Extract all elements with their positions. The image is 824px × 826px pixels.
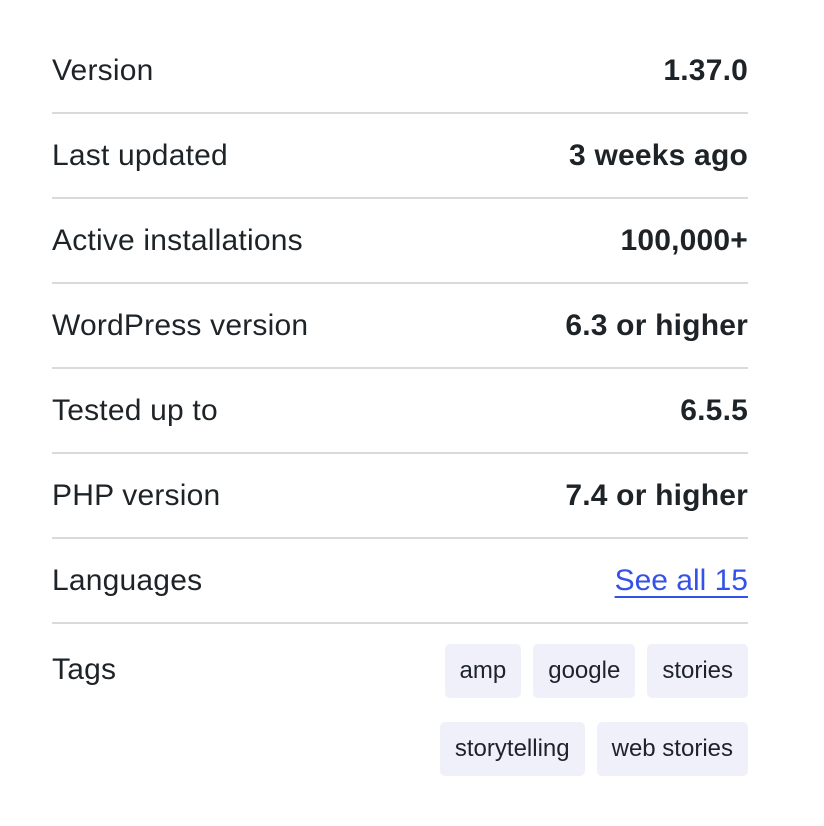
tag-pill[interactable]: google [533,644,635,698]
meta-row-wordpress-version: WordPress version 6.3 or higher [52,284,748,369]
active-installations-value: 100,000+ [620,224,748,258]
active-installations-label: Active installations [52,224,303,258]
meta-row-last-updated: Last updated 3 weeks ago [52,114,748,199]
meta-row-version: Version 1.37.0 [52,29,748,114]
version-value: 1.37.0 [663,54,748,88]
wordpress-version-label: WordPress version [52,309,308,343]
last-updated-value: 3 weeks ago [569,139,748,173]
meta-row-tags: Tags ampgooglestoriesstorytellingweb sto… [52,624,748,709]
tested-up-to-label: Tested up to [52,394,218,428]
last-updated-label: Last updated [52,139,228,173]
meta-row-languages: Languages See all 15 [52,539,748,624]
tag-pill[interactable]: stories [647,644,748,698]
see-all-languages-link[interactable]: See all 15 [615,564,748,598]
meta-row-active-installations: Active installations 100,000+ [52,199,748,284]
tested-up-to-value: 6.5.5 [680,394,748,428]
wordpress-version-value: 6.3 or higher [565,309,748,343]
languages-label: Languages [52,564,202,598]
meta-row-tested-up-to: Tested up to 6.5.5 [52,369,748,454]
meta-row-php-version: PHP version 7.4 or higher [52,454,748,539]
tags-list: ampgooglestories storytellingweb stories [408,644,748,776]
tags-label: Tags [52,653,116,687]
plugin-meta-panel: Version 1.37.0 Last updated 3 weeks ago … [0,0,824,826]
tag-pill[interactable]: storytelling [440,722,585,776]
tag-pill[interactable]: amp [445,644,522,698]
tag-pill[interactable]: web stories [597,722,748,776]
version-label: Version [52,54,153,88]
php-version-value: 7.4 or higher [565,479,748,513]
php-version-label: PHP version [52,479,220,513]
